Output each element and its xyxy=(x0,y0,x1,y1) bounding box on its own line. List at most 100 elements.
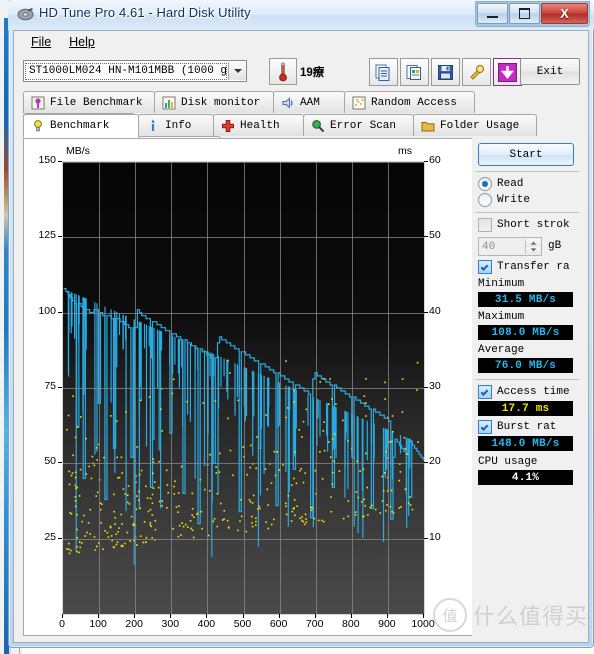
x-tick-mark xyxy=(351,614,352,618)
x-tick-mark xyxy=(206,614,207,618)
menu-file-label: File xyxy=(31,35,51,49)
short-stroke-checkbox[interactable] xyxy=(478,218,492,232)
screenshot-button[interactable] xyxy=(400,58,429,86)
floppy-save-icon[interactable] xyxy=(431,58,460,86)
y-axis-unit-right: ms xyxy=(398,145,412,157)
grid-line-horizontal xyxy=(63,539,424,540)
start-button[interactable]: Start xyxy=(478,143,574,166)
window-controls: X xyxy=(475,1,590,27)
short-stroke-label: Short strok xyxy=(497,219,570,231)
stepper-down-icon[interactable] xyxy=(526,247,541,255)
x-tick-mark xyxy=(170,614,171,618)
y-tick-label: 150 xyxy=(24,154,56,166)
write-radio[interactable] xyxy=(478,193,492,207)
tab-aam[interactable]: AAM xyxy=(273,91,345,113)
tab-file-benchmark[interactable]: File Benchmark xyxy=(23,91,155,113)
tab-error-scan[interactable]: Error Scan xyxy=(303,114,414,136)
grid-line-horizontal xyxy=(63,237,424,238)
y2-tick-mark xyxy=(424,236,428,237)
short-stroke-stepper[interactable]: 40 xyxy=(478,237,542,256)
x-tick-label: 200 xyxy=(119,618,149,630)
menu-bar: File Help xyxy=(14,31,588,53)
average-value: 76.0 MB/s xyxy=(478,358,573,373)
x-tick-mark xyxy=(423,614,424,618)
benchmark-graph-panel: MB/s ms 255075100125150 102030405060 010… xyxy=(23,138,480,636)
burst-rate-row[interactable]: Burst rat xyxy=(478,420,556,434)
tab-health[interactable]: Health xyxy=(213,114,304,136)
y2-tick-label: 20 xyxy=(429,455,459,467)
read-radio-row[interactable]: Read xyxy=(478,177,523,191)
stepper-buttons[interactable] xyxy=(525,239,541,254)
file-benchmark-icon xyxy=(31,96,45,110)
access-time-value: 17.7 ms xyxy=(478,401,573,416)
y2-tick-label: 30 xyxy=(429,380,459,392)
burst-rate-checkbox[interactable] xyxy=(478,420,492,434)
short-stroke-value: 40 xyxy=(479,241,525,253)
tab-row-upper: File Benchmark Disk monitor AAM xyxy=(14,91,588,115)
tab-random-access[interactable]: Random Access xyxy=(344,91,475,113)
read-radio[interactable] xyxy=(478,177,492,191)
transfer-rate-checkbox[interactable] xyxy=(478,260,492,274)
y-tick-mark xyxy=(58,538,62,539)
thermometer-icon xyxy=(269,58,297,85)
menu-item-file[interactable]: File xyxy=(22,33,60,51)
benchmark-plot xyxy=(62,161,425,615)
tab-benchmark[interactable]: Benchmark xyxy=(23,114,139,138)
drive-select-value: ST1000LM024 HN-M101MBB (1000 gB) xyxy=(25,63,227,80)
write-label: Write xyxy=(497,194,530,206)
write-radio-row[interactable]: Write xyxy=(478,193,530,207)
stepper-up-icon[interactable] xyxy=(526,239,541,247)
y-tick-mark xyxy=(58,161,62,162)
y-tick-label: 75 xyxy=(24,380,56,392)
tab-error-scan-label: Error Scan xyxy=(330,120,396,132)
x-tick-label: 500 xyxy=(228,618,258,630)
access-time-checkbox[interactable] xyxy=(478,385,492,399)
download-arrow-icon[interactable] xyxy=(493,58,522,86)
x-tick-mark xyxy=(315,614,316,618)
short-stroke-row[interactable]: Short strok xyxy=(478,218,570,232)
speaker-icon xyxy=(281,96,295,110)
transfer-rate-row[interactable]: Transfer ra xyxy=(478,260,570,274)
access-time-row[interactable]: Access time xyxy=(478,385,570,399)
y2-tick-mark xyxy=(424,161,428,162)
tab-file-benchmark-label: File Benchmark xyxy=(50,97,142,109)
y2-tick-mark xyxy=(424,538,428,539)
wrench-settings-icon[interactable] xyxy=(462,58,491,86)
y-tick-mark xyxy=(58,236,62,237)
drive-select[interactable]: ST1000LM024 HN-M101MBB (1000 gB) xyxy=(23,60,247,82)
tab-health-label: Health xyxy=(240,120,280,132)
minimum-label: Minimum xyxy=(478,278,524,290)
y2-tick-mark xyxy=(424,462,428,463)
access-time-label: Access time xyxy=(497,386,570,398)
y-tick-mark xyxy=(58,387,62,388)
y2-tick-mark xyxy=(424,312,428,313)
tab-folder-usage[interactable]: Folder Usage xyxy=(413,114,537,136)
minimize-button[interactable] xyxy=(477,3,508,24)
tab-benchmark-label: Benchmark xyxy=(50,120,109,132)
y-tick-mark xyxy=(58,312,62,313)
hdtune-window: HD Tune Pro 4.61 - Hard Disk Utility X F… xyxy=(8,0,594,648)
x-tick-label: 700 xyxy=(300,618,330,630)
y-tick-mark xyxy=(58,462,62,463)
menu-help-label: Help xyxy=(69,35,95,49)
info-icon xyxy=(146,119,160,133)
chevron-down-icon[interactable] xyxy=(228,62,246,80)
tab-info[interactable]: Info xyxy=(138,114,214,136)
toolbar: ST1000LM024 HN-M101MBB (1000 gB) 19療 xyxy=(14,53,588,91)
read-label: Read xyxy=(497,178,523,190)
x-tick-label: 800 xyxy=(336,618,366,630)
transfer-rate-label: Transfer ra xyxy=(497,261,570,273)
maximize-button[interactable] xyxy=(509,3,540,24)
x-tick-label: 1000 xyxy=(408,618,438,630)
y-tick-label: 100 xyxy=(24,305,56,317)
close-button[interactable]: X xyxy=(541,3,588,24)
menu-item-help[interactable]: Help xyxy=(60,33,104,51)
benchmark-bulb-icon xyxy=(31,119,45,133)
maximum-value: 108.0 MB/s xyxy=(478,325,573,340)
title-bar[interactable]: HD Tune Pro 4.61 - Hard Disk Utility X xyxy=(8,0,594,30)
random-access-icon xyxy=(352,96,366,110)
copy-button[interactable] xyxy=(369,58,398,86)
x-tick-label: 300 xyxy=(155,618,185,630)
tab-disk-monitor[interactable]: Disk monitor xyxy=(154,91,274,113)
exit-button[interactable]: Exit xyxy=(520,58,580,85)
